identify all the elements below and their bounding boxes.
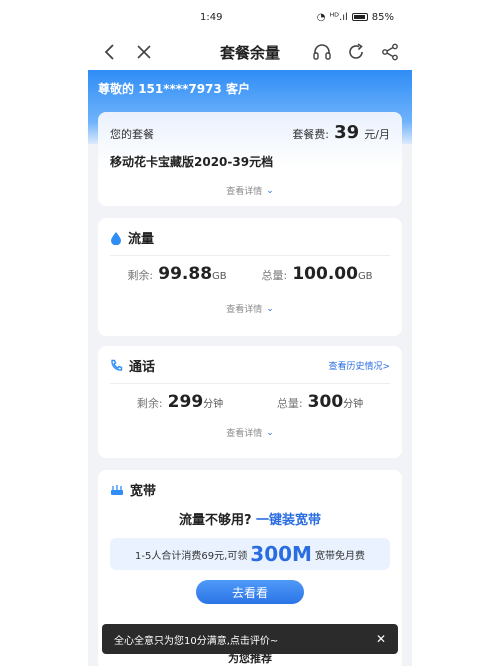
data-title: 流量 [128,232,155,247]
battery-icon [351,13,368,21]
greeting-suffix: 客户 [225,82,250,96]
call-total-unit: 分钟 [343,399,364,410]
fee-unit: 元/月 [364,128,390,141]
chevron-down-icon: ⌄ [266,185,274,196]
status-right: ◔ ᴴᴰ.ıl 85% [317,12,394,23]
call-total-value: 300 [307,392,344,412]
call-total-label: 总量: [276,397,303,410]
data-total-label: 总量: [261,269,288,282]
data-stats: 剩余: 99.88GB 总量: 100.00GB [110,264,390,284]
divider [110,255,390,256]
share-icon[interactable] [380,42,400,62]
wifi-icon: ◔ [316,11,326,23]
plan-card: 您的套餐 套餐费: 39 元/月 移动花卡宝藏版2020-39元档 查看详情 ⌄ [98,112,402,206]
broadband-offer: 1-5人合计消费69元,可领 300M 宽带免月费 [110,538,390,570]
call-detail-text: 查看详情 [226,429,263,439]
plan-detail-text: 查看详情 [226,187,263,197]
data-remaining-unit: GB [212,271,227,282]
offer-prefix: 1-5人合计消费69元,可领 [135,550,248,562]
battery-level: 85% [371,11,394,23]
data-remaining-label: 剩余: [127,269,154,282]
rating-toast[interactable]: 全心全意只为您10分满意,点击评价~ ✕ [102,624,398,654]
headset-icon[interactable] [312,42,332,62]
broadband-promo: 流量不够用? 一键装宽带 [110,509,390,528]
phone-icon [111,359,123,371]
data-total-unit: GB [357,271,373,282]
water-drop-icon [111,231,121,245]
nav-bar: 套餐余量 [88,34,412,70]
status-bar: 1:49 ◔ ᴴᴰ.ıl 85% [88,0,412,34]
status-time: 1:49 [200,11,223,23]
fee-value: 39 [334,122,360,143]
greeting: 尊敬的 151****7973 客户 [98,80,402,97]
call-remaining-unit: 分钟 [203,399,224,410]
fee-label: 套餐费: [292,128,330,141]
call-history-link[interactable]: 查看历史情况> [328,359,390,372]
back-icon[interactable] [100,42,120,62]
broadband-title: 宽带 [130,484,157,499]
phone-screen: 1:49 ◔ ᴴᴰ.ıl 85% 套餐余量 尊敬的 151****7973 客户 [88,0,412,666]
call-stats: 剩余: 299分钟 总量: 300分钟 [110,392,390,412]
offer-speed: 300M [250,542,312,566]
call-remaining-label: 剩余: [136,397,163,410]
plan-detail-link[interactable]: 查看详情 ⌄ [110,184,390,198]
close-icon[interactable]: ✕ [376,632,386,646]
refresh-icon[interactable] [346,42,366,62]
broadband-title-row: 宽带 [110,480,390,499]
data-remaining-value: 99.88 [158,264,213,284]
data-detail-text: 查看详情 [226,305,263,315]
call-remaining-value: 299 [167,392,204,412]
signal-icon: ᴴᴰ.ıl [329,11,348,23]
plan-label: 您的套餐 [110,128,154,141]
data-card: 流量 剩余: 99.88GB 总量: 100.00GB 查看详情 ⌄ [98,218,402,336]
data-detail-link[interactable]: 查看详情 ⌄ [110,302,390,316]
greeting-phone: 151****7973 [138,82,222,96]
greeting-prefix: 尊敬的 [98,82,135,96]
router-icon [111,484,123,495]
promo-link[interactable]: 一键装宽带 [256,513,321,528]
close-icon[interactable] [134,42,154,62]
toast-text: 全心全意只为您10分满意,点击评价~ [114,635,279,647]
divider [110,383,390,384]
call-card: 通话 查看历史情况> 剩余: 299分钟 总量: 300分钟 查看详情 ⌄ [98,346,402,458]
promo-question: 流量不够用? [178,513,252,528]
call-detail-link[interactable]: 查看详情 ⌄ [110,426,390,440]
offer-suffix: 宽带免月费 [314,550,365,562]
chevron-down-icon: ⌄ [266,427,274,438]
chevron-down-icon: ⌄ [266,303,274,314]
data-total-value: 100.00 [292,264,358,284]
call-title-row: 通话 [110,356,155,375]
call-title: 通话 [129,360,156,375]
go-see-button[interactable]: 去看看 [196,580,304,604]
plan-name: 移动花卡宝藏版2020-39元档 [110,155,274,169]
data-title-row: 流量 [110,228,390,247]
